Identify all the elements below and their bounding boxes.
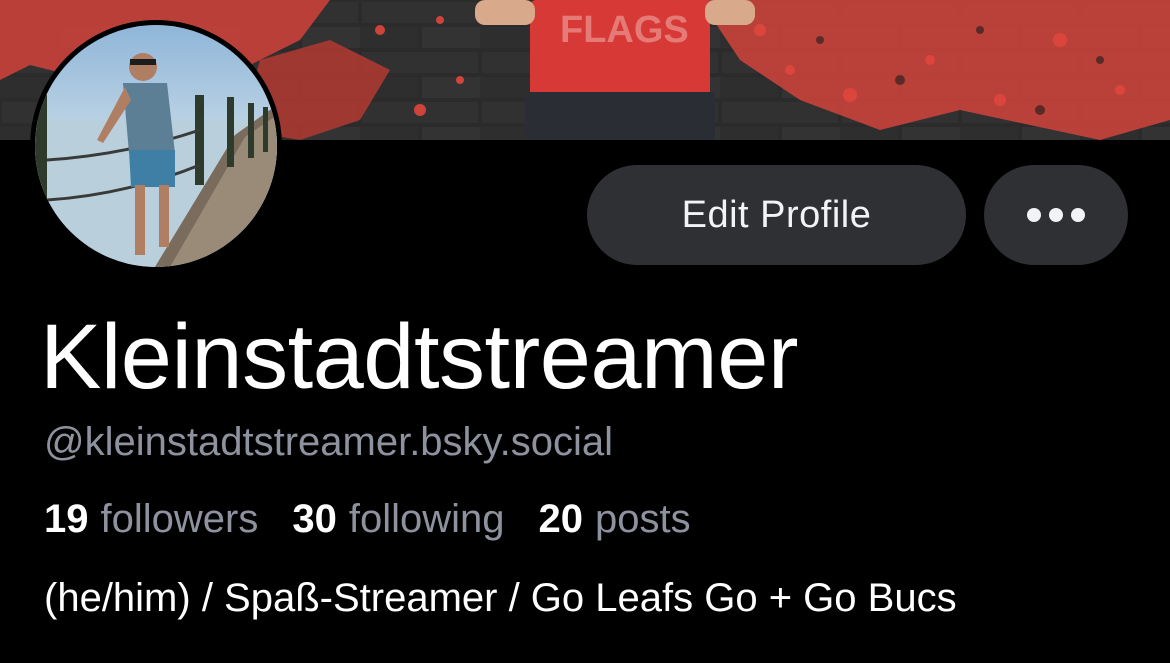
following-label: following bbox=[348, 497, 505, 541]
followers-count: 19 bbox=[44, 497, 89, 541]
followers-stat[interactable]: 19 followers bbox=[44, 497, 258, 542]
more-options-button[interactable] bbox=[984, 165, 1128, 265]
ellipsis-icon bbox=[1027, 208, 1085, 222]
posts-label: posts bbox=[595, 497, 691, 541]
edit-profile-button[interactable]: Edit Profile bbox=[587, 165, 966, 265]
profile-stats: 19 followers 30 following 20 posts bbox=[44, 497, 691, 542]
avatar-image bbox=[35, 25, 277, 267]
profile-bio: (he/him) / Spaß-Streamer / Go Leafs Go +… bbox=[44, 576, 957, 620]
avatar[interactable] bbox=[30, 20, 282, 272]
following-count: 30 bbox=[292, 497, 337, 541]
edit-profile-label: Edit Profile bbox=[681, 193, 872, 236]
following-stat[interactable]: 30 following bbox=[292, 497, 504, 542]
profile-handle: @kleinstadtstreamer.bsky.social bbox=[44, 420, 613, 464]
svg-text:FLAGS: FLAGS bbox=[560, 9, 689, 51]
display-name: Kleinstadtstreamer bbox=[40, 306, 799, 408]
followers-label: followers bbox=[100, 497, 259, 541]
posts-count: 20 bbox=[538, 497, 584, 541]
posts-stat: 20 posts bbox=[539, 497, 691, 542]
